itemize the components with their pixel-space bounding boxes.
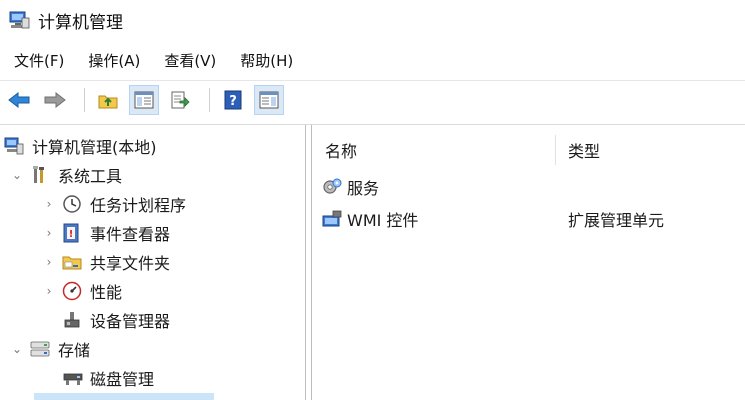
tree-item-disk-management[interactable]: 磁盘管理 (62, 365, 154, 391)
menu-action[interactable]: 操作(A) (80, 46, 148, 75)
tools-icon (30, 165, 50, 185)
help-icon: ? (224, 90, 242, 109)
list-header: 名称 类型 (313, 135, 745, 165)
chevron-right-icon[interactable]: › (42, 226, 56, 240)
list-item-wmi-control[interactable]: WMI 控件 扩展管理单元 (313, 205, 745, 233)
forward-arrow-icon (44, 91, 66, 108)
up-folder-icon (98, 95, 118, 108)
menu-help[interactable]: 帮助(H) (232, 46, 301, 75)
tree-item-services-and-applications-partial[interactable] (34, 393, 214, 400)
chevron-right-icon[interactable]: › (42, 197, 56, 211)
tree-item-computer-management-local[interactable]: 计算机管理(本地) (4, 133, 157, 159)
list-item-services[interactable]: 服务 (313, 173, 745, 201)
help-button[interactable]: ? (218, 85, 248, 115)
chevron-right-icon[interactable]: › (42, 255, 56, 269)
tree-item-label: 磁盘管理 (90, 370, 155, 389)
tree-item-label: 设备管理器 (90, 312, 171, 331)
device-manager-icon (62, 310, 82, 330)
export-list-icon (171, 91, 190, 108)
column-header-type[interactable]: 类型 (556, 135, 745, 165)
console-tree[interactable]: 计算机管理(本地) ⌄ 系统工具 › 任务计划程序 › ! 事件查看器 › 共享… (0, 125, 306, 400)
forward-button[interactable] (40, 85, 70, 115)
column-header-name[interactable]: 名称 (313, 135, 556, 165)
chevron-down-icon[interactable]: ⌄ (10, 342, 24, 356)
up-one-level-button[interactable] (93, 85, 123, 115)
clock-icon (62, 194, 82, 214)
wmi-control-icon (321, 208, 343, 230)
performance-gauge-icon (62, 281, 82, 301)
tree-item-label: 存储 (58, 341, 91, 360)
back-button[interactable] (4, 85, 34, 115)
menu-view[interactable]: 查看(V) (156, 46, 224, 75)
chevron-right-icon[interactable]: › (42, 284, 56, 298)
tree-item-label: 共享文件夹 (90, 254, 171, 273)
menu-bar: 文件(F) 操作(A) 查看(V) 帮助(H) (0, 44, 745, 76)
export-list-button[interactable] (165, 85, 195, 115)
tree-item-event-viewer[interactable]: › ! 事件查看器 (42, 220, 170, 246)
toolbar-separator (84, 87, 85, 112)
details-list[interactable]: 名称 类型 服务 WMI 控件 扩展管理单元 (313, 125, 745, 400)
tree-item-label: 任务计划程序 (90, 196, 187, 215)
list-item-type: 扩展管理单元 (568, 211, 665, 230)
toolbar: ? (0, 80, 745, 118)
shared-folder-icon (62, 252, 82, 272)
disk-management-icon (62, 368, 83, 388)
tree-item-label: 事件查看器 (90, 225, 171, 244)
chevron-down-icon[interactable]: ⌄ (10, 168, 24, 182)
tree-item-performance[interactable]: › 性能 (42, 278, 122, 304)
show-hide-action-pane-button[interactable] (254, 84, 284, 115)
show-hide-console-tree-button[interactable] (129, 84, 159, 115)
title-bar: 计算机管理 (0, 0, 745, 40)
storage-icon (30, 339, 50, 359)
menu-file[interactable]: 文件(F) (6, 46, 72, 75)
tree-item-device-manager[interactable]: 设备管理器 (62, 307, 170, 333)
services-gear-icon (321, 176, 343, 198)
show-hide-tree-icon (134, 91, 154, 108)
back-arrow-icon (8, 91, 30, 108)
action-pane-icon (259, 91, 279, 108)
main-panes: 计算机管理(本地) ⌄ 系统工具 › 任务计划程序 › ! 事件查看器 › 共享… (0, 124, 745, 400)
event-viewer-icon: ! (62, 223, 82, 243)
list-item-name-cell: 服务 (313, 175, 556, 199)
toolbar-separator (209, 87, 210, 112)
window-title: 计算机管理 (38, 12, 123, 33)
list-item-name-cell: WMI 控件 (313, 207, 556, 231)
computer-management-icon (4, 136, 24, 156)
tree-item-label: 性能 (90, 283, 123, 302)
list-item-label: WMI 控件 (347, 211, 419, 230)
computer-management-icon (8, 9, 30, 31)
list-item-label: 服务 (347, 179, 380, 198)
tree-item-label: 系统工具 (58, 167, 123, 186)
svg-text:!: ! (69, 229, 74, 240)
tree-item-shared-folders[interactable]: › 共享文件夹 (42, 249, 170, 275)
tree-item-system-tools[interactable]: ⌄ 系统工具 (10, 162, 122, 188)
tree-item-task-scheduler[interactable]: › 任务计划程序 (42, 191, 186, 217)
svg-text:?: ? (229, 94, 237, 109)
tree-item-label: 计算机管理(本地) (32, 138, 157, 157)
pane-splitter[interactable] (306, 125, 312, 400)
computer-management-window: 计算机管理 文件(F) 操作(A) 查看(V) 帮助(H) ? 计算机管理(本地… (0, 0, 745, 400)
tree-item-storage[interactable]: ⌄ 存储 (10, 336, 90, 362)
